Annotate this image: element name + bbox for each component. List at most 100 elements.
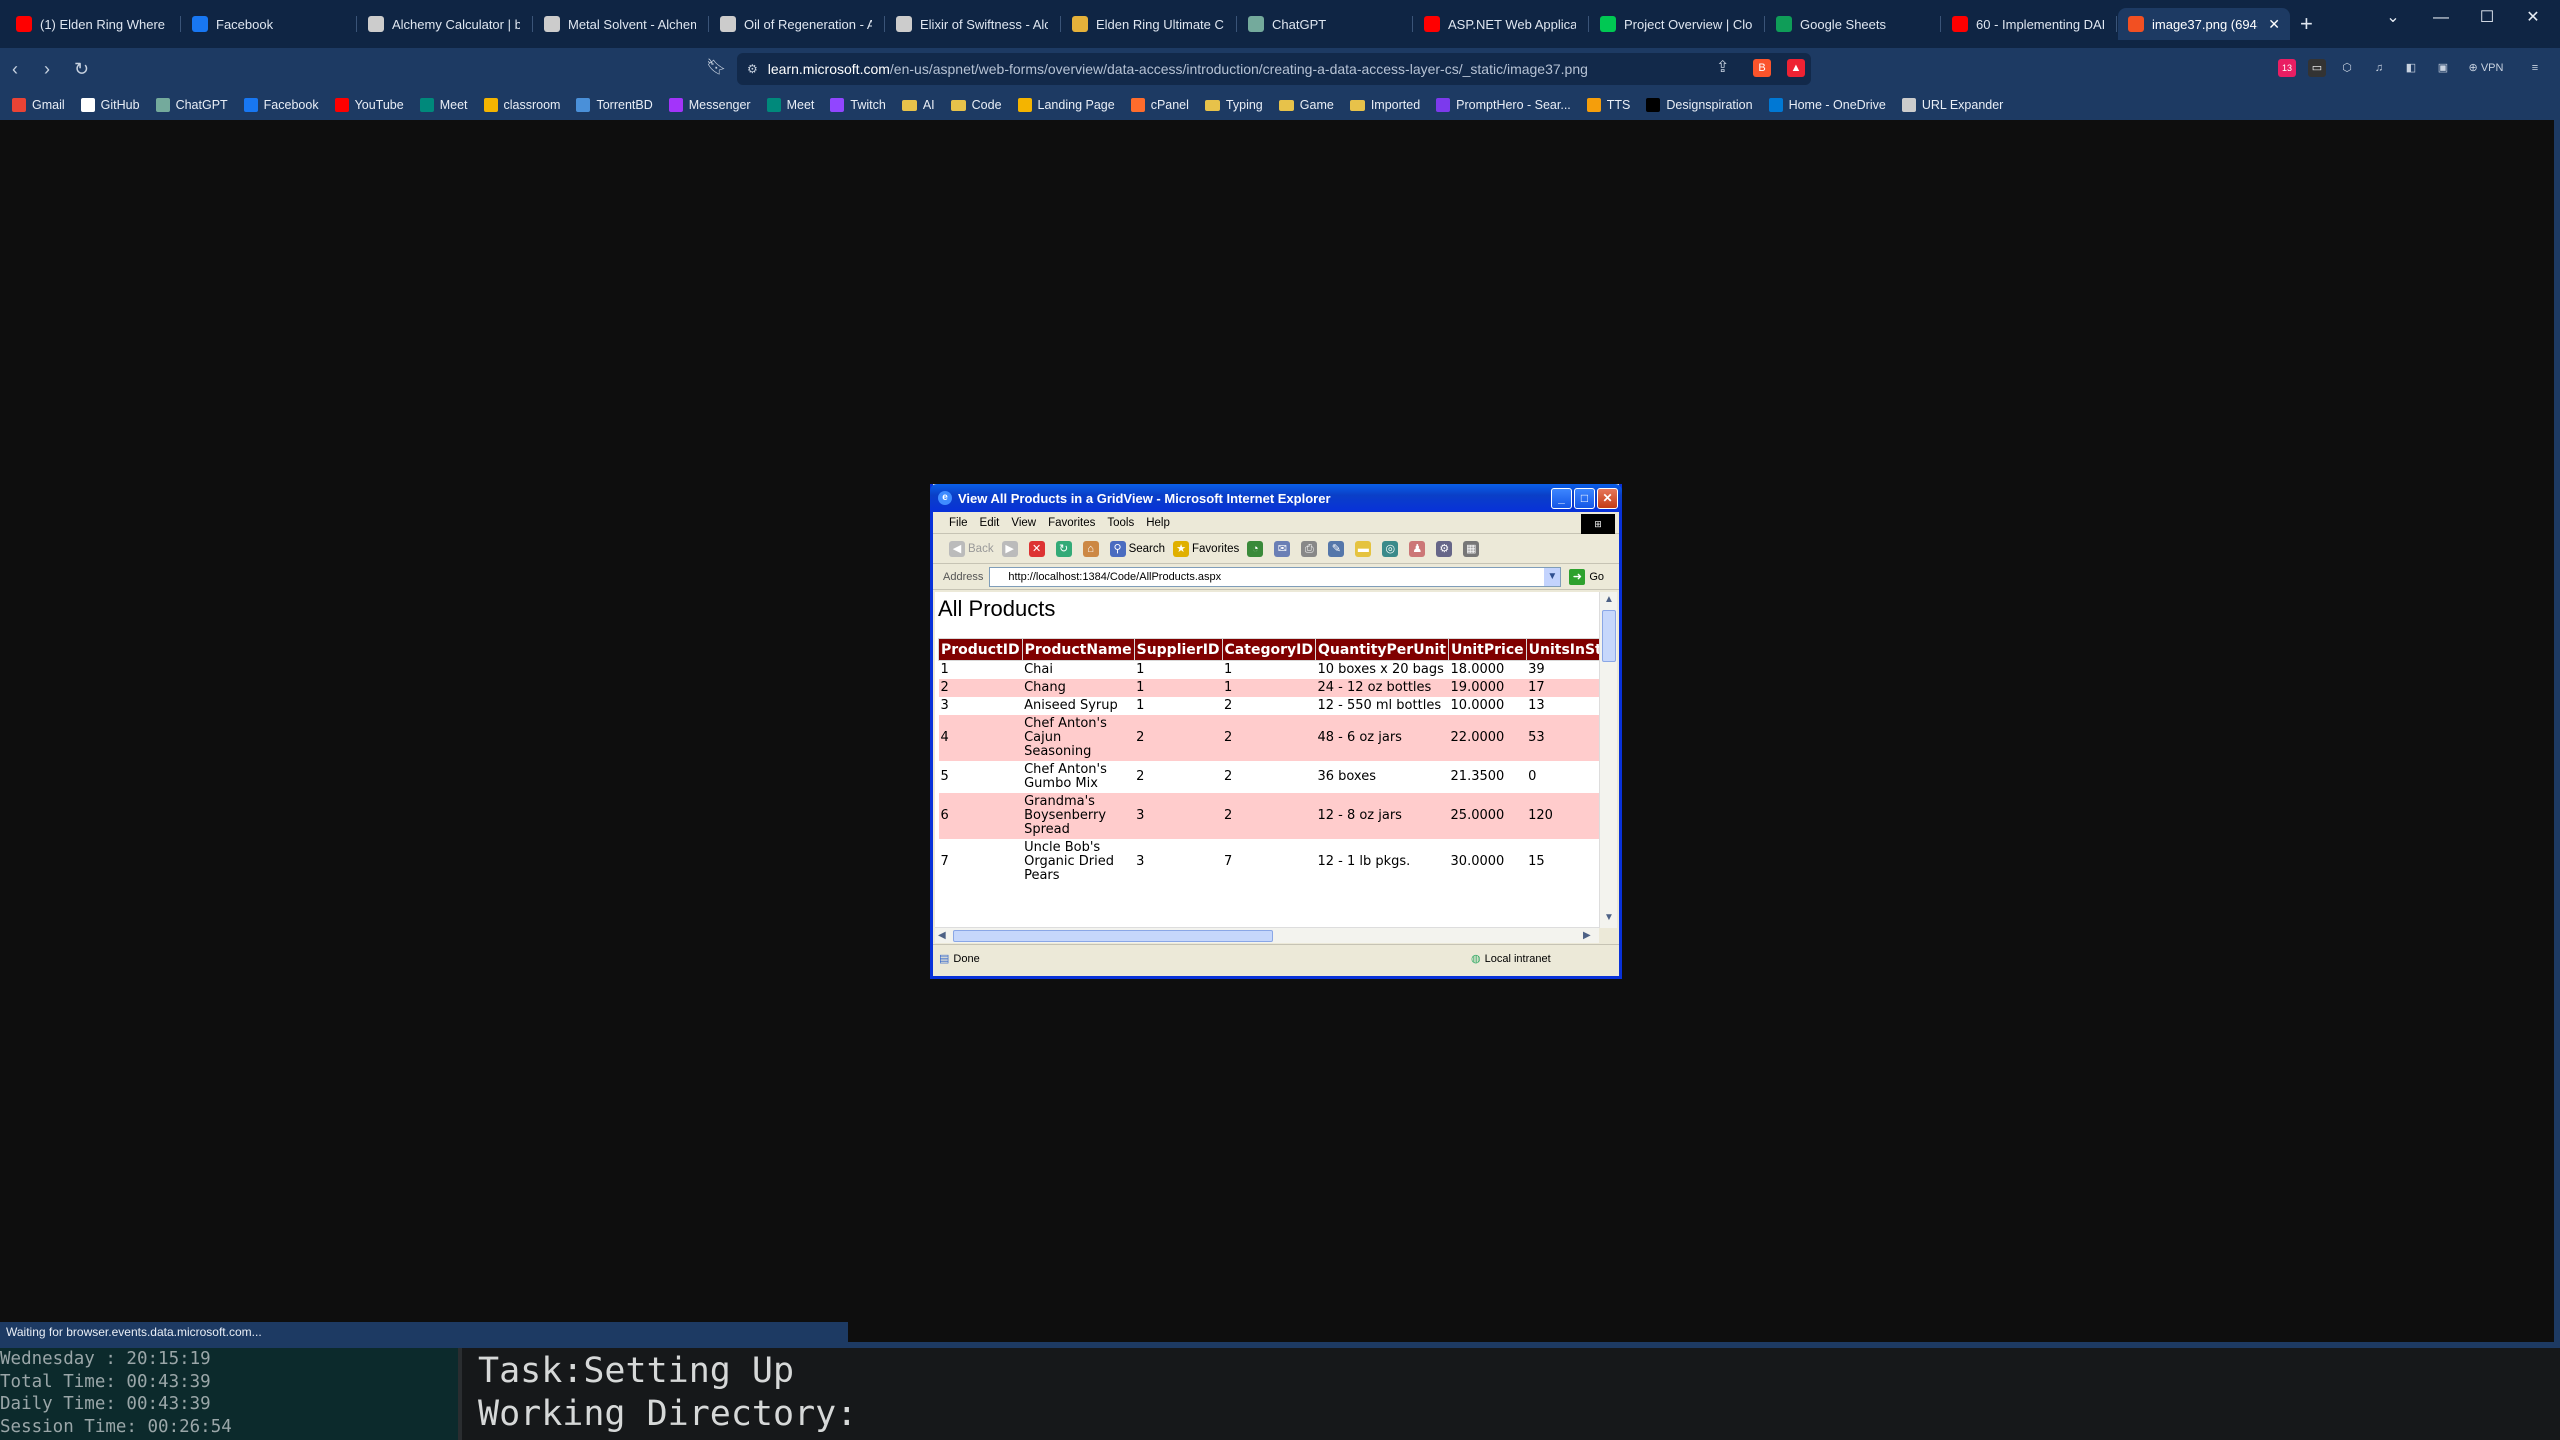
bookmark-item[interactable]: TorrentBD xyxy=(576,98,653,112)
grid-cell: Chang xyxy=(1022,679,1135,697)
bookmark-item[interactable]: Twitch xyxy=(830,98,886,112)
tab-11[interactable]: 60 - Implementing DAL ( xyxy=(1942,8,2114,40)
tab-3[interactable]: Metal Solvent - Alchemy xyxy=(534,8,706,40)
ie-edit-icon: ✎ xyxy=(1328,540,1347,557)
tab-label: (1) Elden Ring Where To xyxy=(40,16,168,32)
youtube-icon xyxy=(16,16,32,32)
brave-rewards-icon[interactable]: ▲ xyxy=(1787,59,1805,77)
tab-10[interactable]: Google Sheets xyxy=(1766,8,1938,40)
bdo-icon xyxy=(544,16,560,32)
ie-folder-icon: ▬ xyxy=(1355,540,1374,557)
tab-separator xyxy=(1940,16,1941,32)
bookmark-item[interactable]: GitHub xyxy=(80,98,140,112)
ie-vertical-scroll-thumb xyxy=(1602,610,1616,662)
media-control-icon[interactable]: ♫ xyxy=(2370,59,2388,77)
ie-back-button: ◀ Back xyxy=(949,540,994,557)
tab-7[interactable]: ChatGPT xyxy=(1238,8,1410,40)
bookmark-item[interactable]: Meet xyxy=(419,98,468,112)
bookmark-item[interactable]: TTS xyxy=(1586,98,1630,112)
products-gridview: ProductID ProductName SupplierID CategoryID… xyxy=(938,638,1599,885)
site-favicon-icon xyxy=(334,98,349,112)
reload-button[interactable]: ↻ xyxy=(74,57,89,81)
minimize-window-button[interactable]: — xyxy=(2418,6,2464,30)
grid-column-header: UnitPrice xyxy=(1448,638,1527,661)
tab-1[interactable]: Facebook xyxy=(182,8,354,40)
grid-cell: 17 xyxy=(1526,679,1599,697)
grid-row: 6 Grandma's Boysenberry Spread 3 2 12 - 8 oz… xyxy=(938,793,1599,839)
scroll-down-icon: ▼ xyxy=(1604,912,1614,923)
bookmark-label: Typing xyxy=(1225,98,1263,112)
site-favicon-icon xyxy=(1130,98,1145,112)
grid-cell: 1 xyxy=(940,662,949,677)
grid-row: 1 Chai 1 1 10 boxes x 20 bags 18.0000 39 xyxy=(939,661,1600,680)
site-info-icon[interactable]: ⚙ xyxy=(747,62,758,76)
tab-12[interactable]: image37.png (694× ✕ xyxy=(2118,8,2290,40)
tab-6[interactable]: Elden Ring Ultimate Che xyxy=(1062,8,1234,40)
close-window-button[interactable]: ✕ xyxy=(2510,6,2556,30)
bookmark-item[interactable]: classroom xyxy=(483,98,560,112)
grid-cell: 25.0000 xyxy=(1448,793,1527,839)
bookmark-item[interactable]: PromptHero - Sear... xyxy=(1436,98,1571,112)
bookmark-item[interactable]: Designspiration xyxy=(1646,98,1753,112)
grid-row: 5 Chef Anton's Gumbo Mix 2 2 36 boxes 21.3500… xyxy=(939,761,1600,793)
bookmark-item[interactable]: AI xyxy=(901,98,935,112)
bookmark-item[interactable]: Landing Page xyxy=(1017,98,1115,112)
sidebar-toggle-icon[interactable]: ◧ xyxy=(2402,59,2420,77)
close-tab-icon[interactable]: ✕ xyxy=(2268,16,2280,33)
folder-icon xyxy=(1278,99,1294,111)
folder-icon xyxy=(950,99,966,111)
bookmark-item[interactable]: Meet xyxy=(766,98,814,112)
bookmark-item[interactable]: YouTube xyxy=(334,98,404,112)
grid-row: 4 Chef Anton's Cajun Seasoning 2 2 48 - 6 oz… xyxy=(938,715,1599,761)
tab-5[interactable]: Elixir of Swiftness - Alche xyxy=(886,8,1058,40)
extensions-puzzle-icon[interactable]: ⬡ xyxy=(2338,59,2356,77)
maximize-window-button[interactable]: ☐ xyxy=(2464,6,2510,30)
tab-4[interactable]: Oil of Regeneration - Alc xyxy=(710,8,882,40)
vpn-button[interactable]: ⊕ VPN xyxy=(2466,59,2506,77)
bookmark-item[interactable]: Facebook xyxy=(243,98,319,112)
bookmark-item[interactable]: Home - OneDrive xyxy=(1768,98,1886,112)
brave-shields-icon[interactable]: B xyxy=(1753,59,1771,77)
grid-cell: 7 xyxy=(1224,854,1233,869)
address-bar[interactable]: ⚙ learn.microsoft.com/en-us/aspnet/web-f… xyxy=(737,53,1811,85)
time-tracker-pane: Wednesday : 20:15:19 Total Time: 00:43:3… xyxy=(0,1348,458,1440)
folder-icon xyxy=(901,99,917,111)
bookmark-item[interactable]: URL Expander xyxy=(1901,98,2003,112)
bookmark-item[interactable]: Messenger xyxy=(668,98,751,112)
ie-messenger-icon: ♟ xyxy=(1409,540,1428,557)
grid-cell: Grandma's Boysenberry Spread xyxy=(1022,793,1135,839)
bookmark-item[interactable]: Gmail xyxy=(12,98,65,112)
tab-2[interactable]: Alchemy Calculator | bdo xyxy=(358,8,530,40)
wallet-icon[interactable]: ▣ xyxy=(2434,59,2452,77)
bookmark-page-icon[interactable]: 🔖︎ xyxy=(706,57,726,77)
grid-column-header: ProductName xyxy=(1021,638,1135,661)
tab-0[interactable]: (1) Elden Ring Where To xyxy=(6,8,178,40)
ie-zone-label: Local intranet xyxy=(1484,952,1551,965)
ie-home-icon: ⌂ xyxy=(1082,540,1102,557)
session-time: Session Time: 00:26:54 xyxy=(0,1416,232,1437)
tab-search-chevron-icon[interactable]: ⌄ xyxy=(2370,6,2416,30)
tab-8[interactable]: ASP.NET Web Applicatio xyxy=(1414,8,1586,40)
extension-badge-icon[interactable]: 13 xyxy=(2278,59,2296,77)
bookmark-item[interactable]: Imported xyxy=(1349,98,1420,112)
forward-button[interactable]: › xyxy=(44,57,50,81)
bookmark-item[interactable]: Typing xyxy=(1204,98,1263,112)
cloud-icon xyxy=(1600,16,1616,32)
bookmark-item[interactable]: Game xyxy=(1278,98,1334,112)
tab-9[interactable]: Project Overview | Cloud xyxy=(1590,8,1762,40)
tab-separator xyxy=(884,16,885,32)
grid-cell: 12 - 1 lb pkgs. xyxy=(1317,854,1411,869)
bookmark-item[interactable]: cPanel xyxy=(1130,98,1189,112)
new-tab-button[interactable]: + xyxy=(2300,10,2313,38)
page-scrollbar[interactable] xyxy=(2554,120,2560,1348)
grid-cell: 1 xyxy=(1136,662,1145,677)
back-button[interactable]: ‹ xyxy=(12,57,18,81)
share-icon[interactable]: ⇪ xyxy=(1716,57,1729,77)
menu-icon[interactable]: ≡ xyxy=(2526,59,2544,77)
extension-icon[interactable]: ▭ xyxy=(2308,59,2326,77)
url-path: /en-us/aspnet/web-forms/overview/data-ac… xyxy=(889,61,1588,77)
bookmark-item[interactable]: ChatGPT xyxy=(155,98,228,112)
grid-cell: Chef Anton's Cajun Seasoning xyxy=(1022,715,1135,761)
bookmark-item[interactable]: Code xyxy=(950,98,1002,112)
site-favicon-icon xyxy=(1436,98,1451,112)
